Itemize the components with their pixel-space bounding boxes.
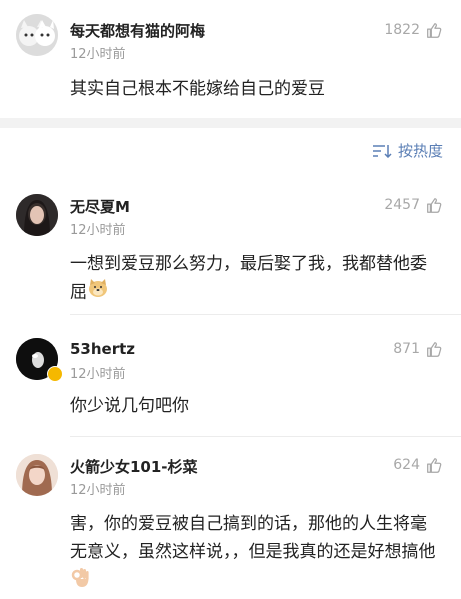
comment-text-content: 害，你的爱豆被自己搞到的话，那他的人生将毫无意义，虽然这样说，，但是我真的还是好… xyxy=(70,514,436,562)
divider xyxy=(70,436,461,437)
like-button[interactable]: 1822 xyxy=(384,21,443,39)
avatar[interactable] xyxy=(16,454,58,496)
username[interactable]: 火箭少女101-杉菜 xyxy=(70,456,198,477)
comment-text-content: 一想到爱豆那么努力，最后娶了我，我都替他委屈 xyxy=(70,254,427,303)
like-button[interactable]: 2457 xyxy=(384,196,443,214)
thumbs-up-icon xyxy=(427,342,442,357)
ok-hand-emoji-icon xyxy=(70,566,90,597)
doge-emoji-icon xyxy=(87,278,109,307)
username[interactable]: 无尽夏M xyxy=(70,196,130,217)
timestamp: 12小时前 xyxy=(70,367,126,382)
timestamp: 12小时前 xyxy=(70,223,126,238)
sort-toggle[interactable]: 按热度 xyxy=(372,140,443,161)
like-count: 2457 xyxy=(384,197,420,213)
comment-text: 你少说几句吧你 xyxy=(70,396,189,416)
timestamp: 12小时前 xyxy=(70,47,126,62)
username[interactable]: 每天都想有猫的阿梅 xyxy=(70,20,205,41)
section-divider xyxy=(0,118,461,128)
avatar[interactable] xyxy=(16,14,58,56)
comment-text: 害，你的爱豆被自己搞到的话，那他的人生将毫无意义，虽然这样说，，但是我真的还是好… xyxy=(70,510,440,597)
thumbs-up-icon xyxy=(427,23,442,38)
like-count: 624 xyxy=(393,457,420,473)
timestamp: 12小时前 xyxy=(70,483,126,498)
thumbs-up-icon xyxy=(427,458,442,473)
like-button[interactable]: 871 xyxy=(393,340,443,358)
like-count: 871 xyxy=(393,341,420,357)
like-button[interactable]: 624 xyxy=(393,456,443,474)
thumbs-up-icon xyxy=(427,198,442,213)
verified-badge-icon xyxy=(47,366,63,382)
comment-text: 其实自己根本不能嫁给自己的爱豆 xyxy=(70,79,325,99)
sort-label: 按热度 xyxy=(397,142,443,160)
divider xyxy=(70,314,461,315)
avatar[interactable] xyxy=(16,194,58,236)
sort-icon xyxy=(372,144,392,158)
like-count: 1822 xyxy=(384,22,420,38)
comment-text: 一想到爱豆那么努力，最后娶了我，我都替他委屈 xyxy=(70,250,440,307)
username[interactable]: 53hertz xyxy=(70,340,135,358)
